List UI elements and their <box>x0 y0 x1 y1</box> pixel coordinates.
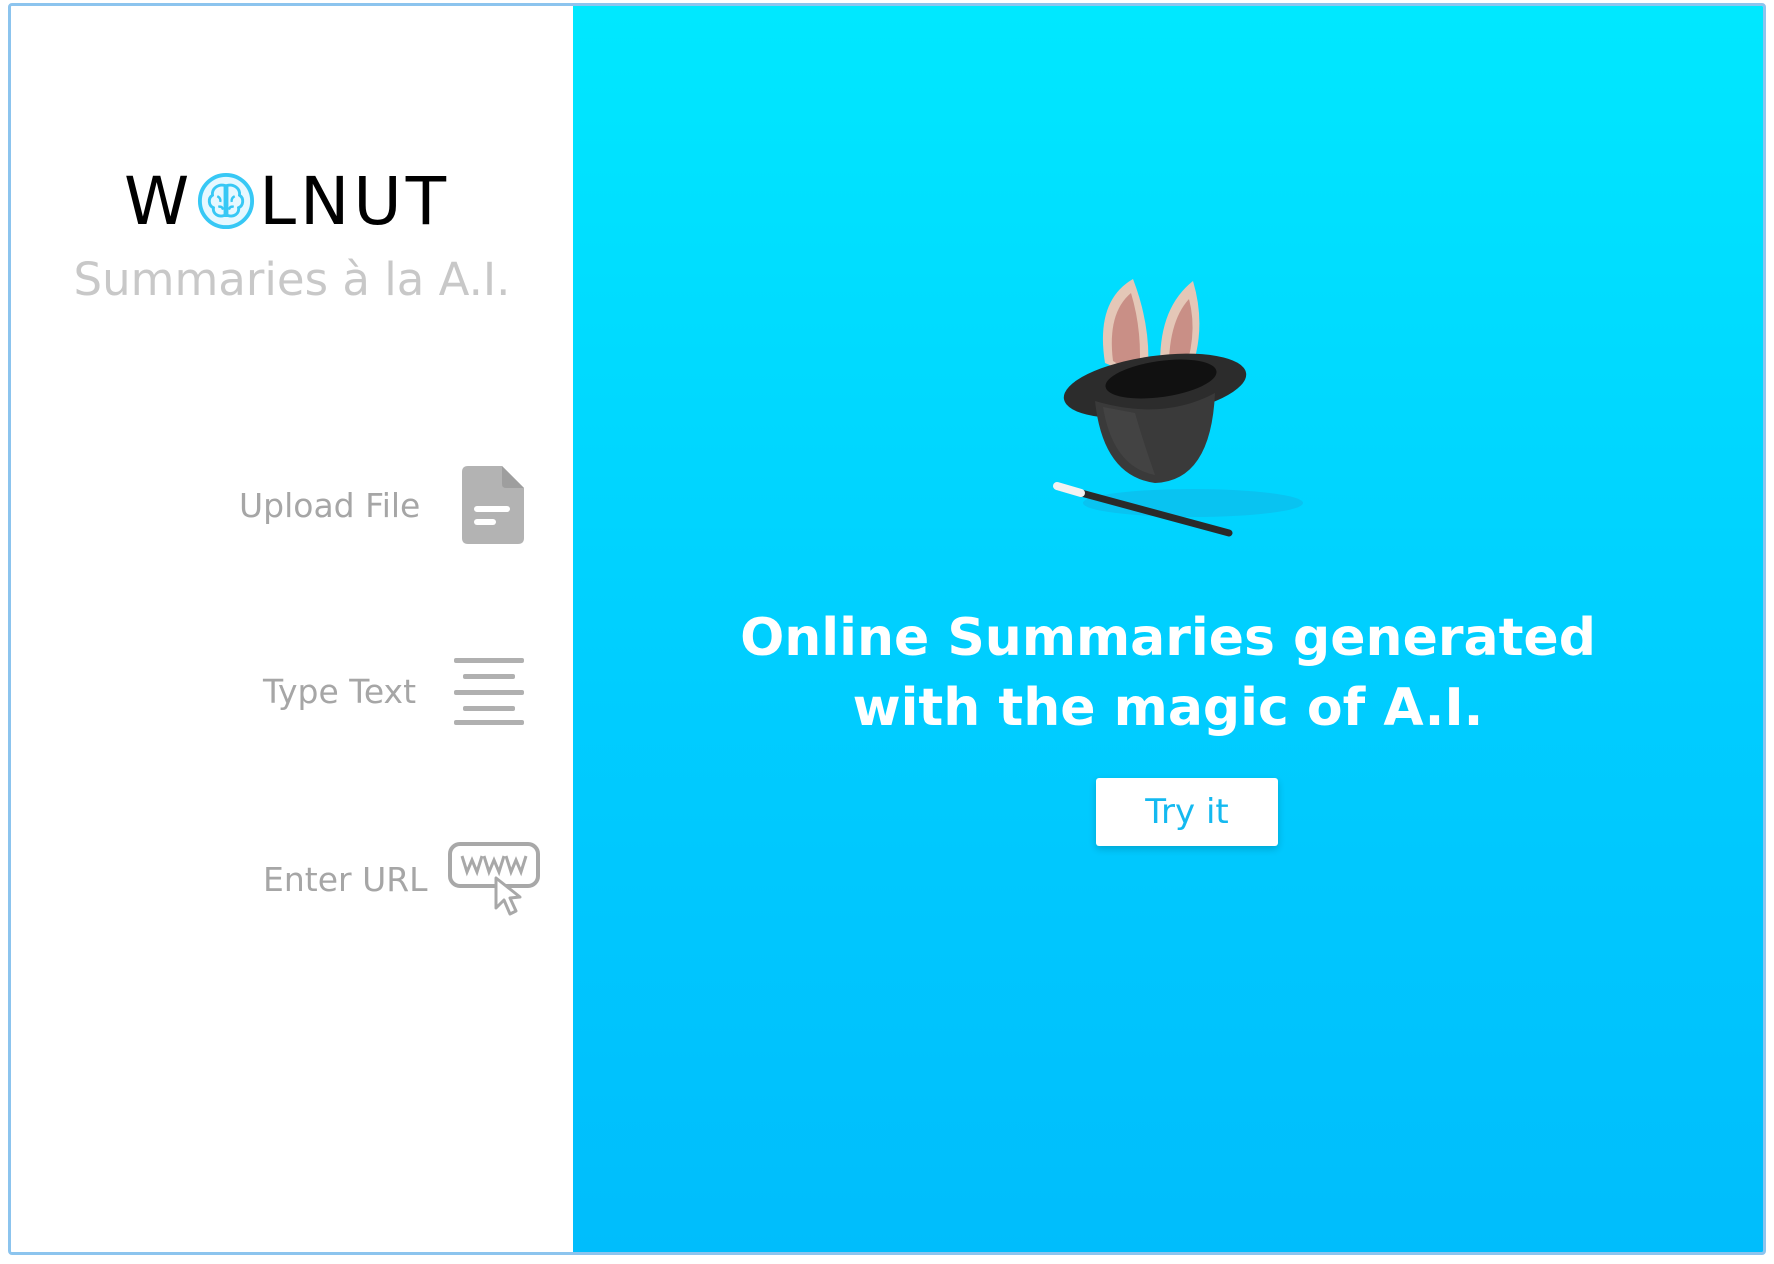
headline-line-1: Online Summaries generated <box>740 608 1596 668</box>
brain-icon <box>198 172 255 230</box>
tagline: Summaries à la A.I. <box>73 253 511 306</box>
sidebar: W LNUT Summaries à la A.I. Upload File T… <box>11 6 573 1252</box>
upload-file-label: Upload File <box>239 485 421 525</box>
file-icon <box>462 466 525 544</box>
align-center-icon <box>454 658 525 725</box>
logo-text-after: LNUT <box>259 162 451 240</box>
enter-url-label: Enter URL <box>263 859 428 899</box>
logo-text-before: W <box>124 162 194 240</box>
hero-headline: Online Summaries generated with the magi… <box>573 603 1763 743</box>
hero-panel: Online Summaries generated with the magi… <box>573 6 1763 1252</box>
type-text-label: Type Text <box>263 671 417 711</box>
upload-file-option[interactable]: Upload File <box>239 466 525 544</box>
try-it-button[interactable]: Try it <box>1096 778 1278 846</box>
type-text-option[interactable]: Type Text <box>263 656 525 726</box>
magic-hat-illustration <box>1053 279 1303 537</box>
www-cursor-icon <box>447 842 540 916</box>
logo: W LNUT <box>124 163 450 240</box>
app-window: W LNUT Summaries à la A.I. Upload File T… <box>8 3 1766 1255</box>
enter-url-option[interactable]: Enter URL <box>263 842 540 916</box>
headline-line-2: with the magic of A.I. <box>852 678 1484 738</box>
